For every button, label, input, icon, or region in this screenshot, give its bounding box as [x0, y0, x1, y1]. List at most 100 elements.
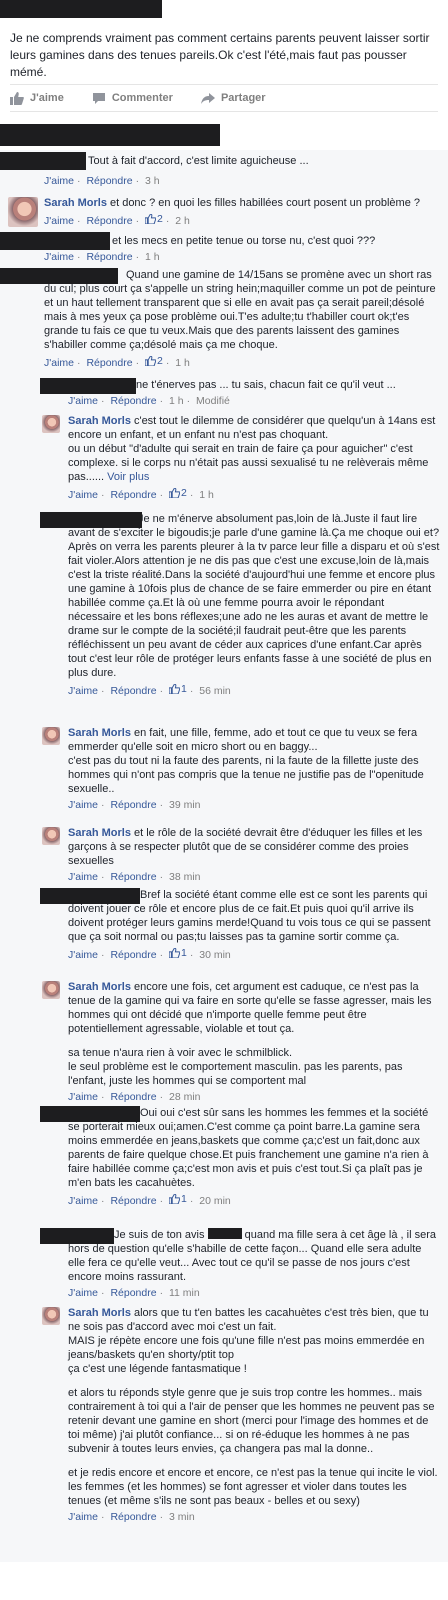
thumbs-up-icon	[168, 948, 180, 958]
avatar	[40, 512, 142, 528]
author-name[interactable]: Sarah Morls	[68, 1307, 131, 1319]
comment-time: 20 min	[199, 1195, 231, 1207]
like-link[interactable]: J'aime	[68, 1287, 98, 1299]
comment: Tout à fait d'accord, c'est limite aguic…	[0, 150, 448, 192]
author-name[interactable]: Sarah Morls	[68, 727, 131, 739]
comments-header	[0, 112, 448, 150]
comment-text-2: MAIS je répète encore une fois qu'une fi…	[68, 1335, 425, 1361]
avatar	[0, 152, 86, 170]
comment-meta: J'aime · Répondre · 1 · 30 min	[68, 946, 231, 961]
like-link[interactable]: J'aime	[68, 1511, 98, 1523]
facebook-post: Je ne comprends vraiment pas comment cer…	[0, 0, 448, 1600]
reply-link[interactable]: Répondre	[110, 489, 156, 501]
thumbs-up-icon	[168, 1194, 180, 1204]
like-link[interactable]: J'aime	[68, 395, 98, 407]
comment-text-3: ça c'est une légende fantasmatique !	[68, 1363, 247, 1375]
like-link[interactable]: J'aime	[68, 949, 98, 961]
comment-text: Je ne m'énerve absolument pas,loin de là…	[68, 513, 440, 679]
avatar	[42, 727, 60, 745]
thumbs-up-icon	[10, 91, 24, 105]
comment-button[interactable]: Commenter	[92, 92, 173, 105]
comment-meta: J'aime · Répondre · 3 h	[44, 175, 160, 187]
modified-label: Modifié	[196, 395, 230, 407]
like-count[interactable]: 1	[168, 1192, 187, 1206]
reply-link[interactable]: Répondre	[110, 1511, 156, 1523]
comment-time: 30 min	[199, 949, 231, 961]
reply-link[interactable]: Répondre	[110, 1195, 156, 1207]
like-link[interactable]: J'aime	[68, 871, 98, 883]
avatar	[40, 1228, 114, 1244]
comment-label: Commenter	[111, 92, 173, 104]
like-link[interactable]: J'aime	[68, 489, 98, 501]
comment-meta: J'aime · Répondre · 3 min	[68, 1511, 195, 1523]
comment-time: 11 min	[168, 1287, 200, 1299]
comment-meta: J'aime · Répondre · 11 min	[68, 1287, 200, 1299]
like-count[interactable]: 1	[168, 682, 187, 696]
post-actions: J'aime Commenter Partager	[10, 84, 438, 112]
comment-text: Tout à fait d'accord, c'est limite aguic…	[88, 155, 309, 167]
author-name[interactable]: Sarah Morls	[68, 981, 131, 993]
share-button[interactable]: Partager	[200, 92, 266, 105]
like-link[interactable]: J'aime	[44, 175, 74, 187]
like-label: J'aime	[30, 92, 64, 104]
reply-link[interactable]: Répondre	[110, 685, 156, 697]
reply: Sarah Morls en fait, une fille, femme, ad…	[0, 722, 448, 822]
share-arrow-icon	[200, 92, 215, 104]
reply-link[interactable]: Répondre	[86, 251, 132, 263]
reply-link[interactable]: Répondre	[110, 871, 156, 883]
like-count[interactable]: 1	[168, 946, 187, 960]
like-link[interactable]: J'aime	[44, 215, 74, 227]
avatar	[8, 197, 38, 227]
author-name[interactable]: Sarah Morls	[68, 827, 131, 839]
like-link[interactable]: J'aime	[44, 251, 74, 263]
author-name[interactable]: Sarah Morls	[68, 415, 131, 427]
like-count[interactable]: 2	[168, 486, 187, 500]
avatar	[42, 415, 60, 433]
comment: et les mecs en petite tenue ou torse nu,…	[0, 230, 448, 264]
comment-text: et donc ? en quoi les filles habillées c…	[109, 197, 420, 209]
thumbs-up-icon	[144, 356, 156, 366]
redacted-header	[0, 124, 220, 146]
comment-icon	[92, 92, 105, 104]
comment-meta: J'aime · Répondre · 2 · 2 h	[44, 212, 190, 227]
like-link[interactable]: J'aime	[68, 685, 98, 697]
comment-meta: J'aime · Répondre · 1 h · Modifié	[68, 395, 230, 407]
comment-text-4: et alors tu réponds style genre que je s…	[68, 1387, 435, 1455]
reply-link[interactable]: Répondre	[110, 395, 156, 407]
avatar	[40, 1106, 140, 1122]
like-count[interactable]: 2	[144, 354, 163, 368]
comment-meta: J'aime · Répondre · 2 · 1 h	[44, 354, 190, 369]
reply-link[interactable]: Répondre	[110, 1287, 156, 1299]
like-link[interactable]: J'aime	[68, 799, 98, 811]
reply-link[interactable]: Répondre	[86, 357, 132, 369]
reply-link[interactable]: Répondre	[110, 949, 156, 961]
avatar	[42, 1307, 60, 1325]
thumbs-up-icon	[168, 488, 180, 498]
author-name[interactable]: Sarah Morls	[44, 197, 107, 209]
avatar	[40, 888, 140, 904]
comment-text: ne t'énerves pas ... tu sais, chacun fai…	[136, 379, 396, 391]
comment-time: 39 min	[168, 799, 201, 811]
comment-text: et les mecs en petite tenue ou torse nu,…	[112, 235, 376, 247]
comment-time: 1 h	[168, 395, 184, 407]
reply: Sarah Morls et le rôle de la société devr…	[0, 822, 448, 884]
comment-meta: J'aime · Répondre · 2 · 1 h	[68, 486, 214, 501]
reply-link[interactable]: Répondre	[86, 215, 132, 227]
comment-time: 2 h	[175, 215, 190, 227]
redacted-author	[0, 0, 162, 18]
post-header	[0, 0, 448, 22]
comment: Sarah Morls et donc ? en quoi les filles …	[0, 192, 448, 230]
comment-time: 1 h	[199, 489, 214, 501]
like-button[interactable]: J'aime	[10, 91, 64, 105]
reply-link[interactable]: Répondre	[110, 799, 156, 811]
thumbs-up-icon	[144, 214, 156, 224]
like-link[interactable]: J'aime	[44, 357, 74, 369]
comments-list: Tout à fait d'accord, c'est limite aguic…	[0, 150, 448, 1562]
see-more-link[interactable]: Voir plus	[107, 471, 149, 483]
like-link[interactable]: J'aime	[68, 1195, 98, 1207]
comment-text-2: ou un début "d'adulte qui serait en trai…	[68, 443, 429, 483]
reply-link[interactable]: Répondre	[86, 175, 132, 187]
reply: Oui oui c'est sûr sans les hommes les fe…	[0, 1102, 448, 1224]
comment-text-3: le seul problème est le comportement mas…	[68, 1061, 403, 1087]
like-count[interactable]: 2	[144, 212, 163, 226]
